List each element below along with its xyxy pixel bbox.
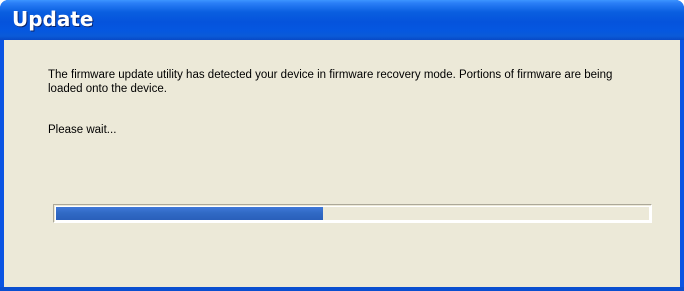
firmware-message: The firmware update utility has detected…	[48, 69, 613, 95]
title-bar[interactable]: Update	[0, 0, 684, 40]
progress-track	[56, 207, 649, 220]
status-text: Please wait...	[48, 124, 117, 136]
update-dialog-window: Update	[0, 0, 684, 291]
window-bottom-border	[0, 287, 684, 291]
progress-bar	[53, 204, 652, 223]
window-title: Update	[12, 7, 94, 31]
progress-fill	[56, 207, 323, 220]
